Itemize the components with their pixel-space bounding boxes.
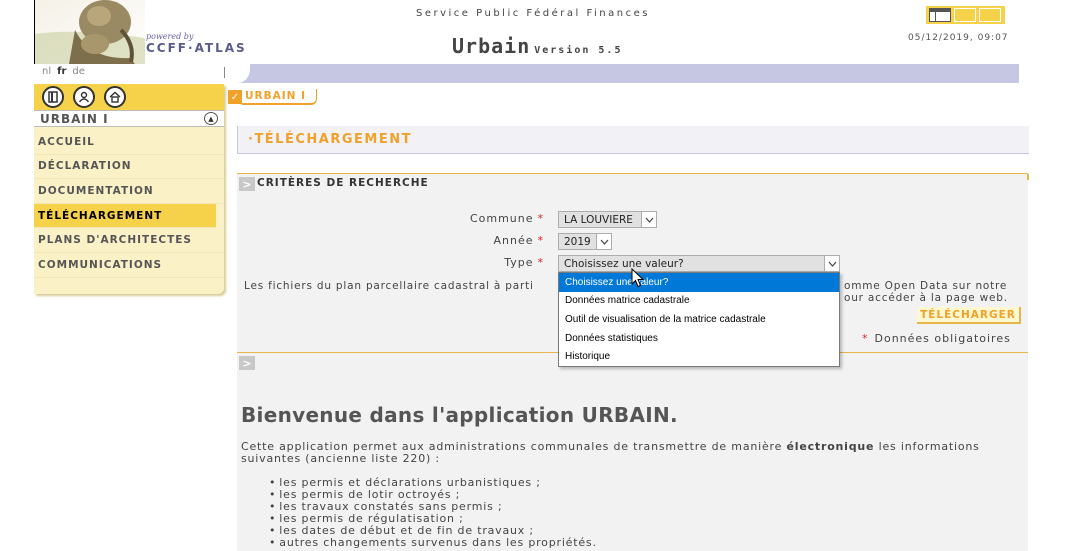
welcome-title: Bienvenue dans l'application URBAIN. — [241, 403, 678, 427]
commune-label-text: Commune — [469, 212, 534, 225]
info-text-right-1: omme Open Data sur notre — [844, 280, 1008, 292]
sidebar-item-telechargement[interactable]: TÉLÉCHARGEMENT — [34, 203, 216, 229]
layout-switcher — [926, 6, 1005, 24]
lang-nl[interactable]: nl — [42, 66, 51, 77]
door-icon[interactable] — [42, 86, 64, 108]
language-separator — [224, 67, 225, 78]
type-dropdown-list: Choisissez une valeur? Données matrice c… — [558, 272, 840, 367]
chevron-down-icon — [596, 234, 611, 249]
panel-corner — [1027, 174, 1029, 180]
lang-fr[interactable]: fr — [57, 66, 66, 77]
list-item: autres changements survenus dans les pro… — [269, 537, 597, 549]
required-mark: * — [862, 332, 869, 345]
header: powered by CCFF·ATLAS Service Public Féd… — [0, 0, 1083, 84]
brand-name: CCFF·ATLAS — [146, 41, 247, 55]
service-name: Service Public Fédéral Finances — [416, 8, 650, 19]
collapse-up-icon[interactable]: ▲ — [204, 112, 218, 125]
layout-full-icon[interactable] — [929, 8, 951, 22]
current-datetime: 05/12/2019, 09:07 — [908, 33, 1009, 43]
expand-arrow-icon[interactable]: > — [239, 177, 255, 191]
sidebar-toolbar — [34, 84, 224, 110]
intro-emphasis: électronique — [786, 440, 875, 453]
welcome-panel: > Bienvenue dans l'application URBAIN. C… — [237, 352, 1028, 551]
required-mark: * — [537, 234, 544, 247]
info-text-left: Les fichiers du plan parcellaire cadastr… — [244, 280, 534, 292]
sidebar-item-accueil[interactable]: ACCUEIL — [34, 130, 224, 155]
home-icon[interactable] — [104, 86, 126, 108]
layout-wide-icon[interactable] — [979, 8, 1001, 22]
breadcrumb-label[interactable]: URBAIN I — [242, 89, 317, 105]
layout-split-icon[interactable] — [954, 8, 976, 22]
annee-label-text: Année — [493, 234, 534, 247]
dropdown-option[interactable]: Données matrice cadastrale — [559, 292, 839, 311]
sidebar-section-header: URBAIN I ▲ — [34, 110, 224, 127]
sidebar-section-label: URBAIN I — [40, 112, 109, 126]
dropdown-option[interactable]: Historique — [559, 347, 839, 366]
commune-label: Commune * — [440, 212, 544, 225]
chevron-down-icon — [641, 212, 656, 227]
sidebar-item-communications[interactable]: COMMUNICATIONS — [34, 253, 224, 278]
page-title: ·TÉLÉCHARGEMENT — [248, 132, 412, 147]
required-mark: * — [537, 256, 544, 269]
sidebar: URBAIN I ▲ ACCUEIL DÉCLARATION DOCUMENTA… — [34, 84, 224, 294]
type-label: Type * — [440, 256, 544, 269]
annee-label: Année * — [440, 234, 544, 247]
sidebar-menu: ACCUEIL DÉCLARATION DOCUMENTATION TÉLÉCH… — [34, 130, 224, 278]
language-switcher: nl fr de — [42, 66, 85, 77]
sidebar-item-plans-architectes[interactable]: PLANS D'ARCHITECTES — [34, 228, 224, 253]
type-value: Choisissez une valeur? — [564, 257, 684, 270]
mandatory-note: * Données obligatoires — [862, 332, 1011, 345]
app-title: Urbain Version 5.5 — [452, 34, 622, 58]
chevron-down-icon — [824, 256, 839, 271]
chevron-down-icon[interactable]: ✓ — [228, 90, 242, 104]
sidebar-item-declaration[interactable]: DÉCLARATION — [34, 155, 224, 180]
mandatory-note-text: Données obligatoires — [874, 332, 1011, 345]
criteria-title: CRITÈRES DE RECHERCHE — [257, 177, 429, 189]
commune-select[interactable]: LA LOUVIERE — [558, 211, 657, 228]
atlas-statue-logo — [35, 0, 145, 64]
page-header: ·TÉLÉCHARGEMENT — [237, 126, 1029, 154]
expand-arrow-icon[interactable]: > — [239, 356, 255, 370]
lang-de[interactable]: de — [72, 66, 85, 77]
welcome-list: les permis et déclarations urbanistiques… — [269, 477, 597, 549]
sidebar-item-documentation[interactable]: DOCUMENTATION — [34, 179, 224, 204]
annee-select[interactable]: 2019 — [558, 233, 612, 250]
download-button[interactable]: TÉLÉCHARGER — [917, 307, 1021, 324]
breadcrumb: ✓ URBAIN I — [228, 89, 317, 105]
app-name: Urbain — [452, 34, 531, 58]
dropdown-option[interactable]: Choisissez une valeur? — [559, 273, 839, 292]
dropdown-option[interactable]: Données statistiques — [559, 329, 839, 348]
powered-by-label: powered by — [146, 32, 194, 41]
type-select[interactable]: Choisissez une valeur? — [558, 255, 840, 272]
required-mark: * — [537, 212, 544, 225]
info-text-right-2: our accéder à la page web. — [844, 292, 1008, 304]
user-icon[interactable] — [73, 86, 95, 108]
annee-value: 2019 — [564, 235, 591, 248]
mouse-cursor-icon — [631, 268, 645, 288]
welcome-intro: Cette application permet aux administrat… — [241, 441, 1011, 465]
dropdown-option[interactable]: Outil de visualisation de la matrice cad… — [559, 310, 839, 329]
app-version: Version 5.5 — [534, 45, 623, 56]
type-label-text: Type — [504, 256, 534, 269]
commune-value: LA LOUVIERE — [564, 213, 633, 226]
